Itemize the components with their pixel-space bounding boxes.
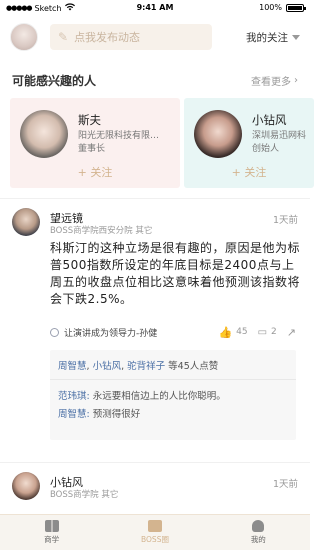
avatar bbox=[20, 110, 68, 158]
tab-label: BOSS圈 bbox=[141, 535, 169, 544]
follow-button[interactable]: + 关注 bbox=[184, 164, 314, 180]
topic-link[interactable]: 让演讲成为领导力-孙健 bbox=[64, 326, 157, 339]
avatar bbox=[194, 110, 242, 158]
liker-link[interactable]: 驼背祥子 bbox=[127, 361, 165, 372]
see-more-label: 查看更多 bbox=[251, 77, 291, 88]
thumbs-up-icon: 👍 bbox=[218, 325, 233, 339]
post-footer: 让演讲成为领导力-孙健 👍 45 ▭ 2 ↗ bbox=[50, 325, 296, 339]
like-count: 45 bbox=[236, 327, 248, 337]
status-bar: ●●●●● Sketch 9:41 AM 100% bbox=[0, 0, 310, 16]
comment-button[interactable]: ▭ 2 bbox=[258, 327, 277, 338]
comment-icon: ▭ bbox=[257, 326, 268, 338]
person-name: 小钻风 bbox=[252, 113, 287, 127]
post-divider bbox=[0, 462, 310, 463]
person-icon bbox=[252, 520, 265, 532]
post-header[interactable]: 小钻风 BOSS商学院 其它 1天前 bbox=[12, 472, 298, 502]
follow-button[interactable]: + 关注 bbox=[10, 164, 180, 180]
top-bar: ✎ 点我发布动态 我的关注 bbox=[10, 22, 300, 52]
person-company: 阳光无限科技有限… bbox=[78, 131, 160, 141]
person-name: 斯夫 bbox=[78, 113, 101, 127]
post-meta: BOSS商学院西安分院 其它 bbox=[50, 226, 153, 236]
caret-down-icon bbox=[292, 34, 300, 40]
tab-label: 我的 bbox=[250, 535, 266, 544]
chevron-right-icon: › bbox=[294, 75, 298, 86]
reply-author[interactable]: 周智慧: bbox=[58, 409, 90, 420]
like-button[interactable]: 👍 45 bbox=[218, 326, 247, 339]
share-button[interactable]: ↗ bbox=[287, 326, 296, 339]
my-avatar[interactable] bbox=[10, 23, 38, 51]
tab-label: 商学 bbox=[44, 535, 60, 544]
post-body: 科斯汀的这种立场是很有趣的，原因是他为标普500指数所设定的年底目标是2400点… bbox=[50, 241, 301, 306]
book-icon bbox=[44, 520, 59, 532]
post-actions: 👍 45 ▭ 2 ↗ bbox=[218, 326, 296, 339]
reply-text: 预测得很好 bbox=[92, 409, 141, 420]
likes-line: 周智慧, 小钻风, 驼背祥子 等45人点赞 bbox=[58, 361, 219, 372]
share-icon: ↗ bbox=[286, 325, 296, 339]
follow-filter-dropdown[interactable]: 我的关注 bbox=[246, 30, 300, 45]
post-time: 1天前 bbox=[272, 479, 298, 490]
reply-author[interactable]: 范玮琪: bbox=[58, 391, 90, 402]
person-title: 创始人 bbox=[252, 144, 280, 154]
pencil-icon: ✎ bbox=[58, 30, 69, 44]
reply-item[interactable]: 周智慧: 预测得很好 bbox=[58, 406, 140, 420]
tab-bar: 商学 BOSS圈 我的 bbox=[0, 514, 310, 550]
suggest-card[interactable]: 斯夫 阳光无限科技有限… 董事长 + 关注 bbox=[10, 98, 180, 188]
post-input[interactable]: ✎ 点我发布动态 bbox=[50, 24, 212, 50]
avatar[interactable] bbox=[12, 472, 40, 500]
tab-mine[interactable]: 我的 bbox=[207, 515, 310, 550]
likes-suffix: 等45人点赞 bbox=[168, 361, 219, 372]
avatar[interactable] bbox=[12, 208, 40, 236]
battery-percent: 100% bbox=[259, 3, 282, 12]
topic-icon bbox=[50, 327, 59, 337]
suggest-card[interactable]: 小钻风 深圳易迅网科 创始人 + 关注 bbox=[184, 98, 314, 188]
post-time: 1天前 bbox=[272, 215, 298, 226]
reply-item[interactable]: 范玮琪: 永远要相信边上的人比你聪明。 bbox=[58, 388, 226, 402]
suggest-header: 可能感兴趣的人 查看更多 › bbox=[12, 72, 298, 89]
battery-icon bbox=[286, 3, 306, 12]
person-company: 深圳易迅网科 bbox=[252, 131, 307, 141]
tab-boss-circle[interactable]: BOSS圈 bbox=[103, 515, 206, 550]
post-meta: BOSS商学院 其它 bbox=[50, 490, 119, 500]
interaction-box: 周智慧, 小钻风, 驼背祥子 等45人点赞 范玮琪: 永远要相信边上的人比你聪明… bbox=[50, 350, 296, 440]
post-header[interactable]: 望远镜 BOSS商学院西安分院 其它 1天前 bbox=[12, 208, 298, 238]
tab-business-school[interactable]: 商学 bbox=[0, 515, 103, 550]
suggest-title: 可能感兴趣的人 bbox=[12, 74, 97, 88]
see-more-link[interactable]: 查看更多 › bbox=[251, 73, 298, 88]
reply-text: 永远要相信边上的人比你聪明。 bbox=[92, 391, 226, 402]
post-input-placeholder: 点我发布动态 bbox=[74, 31, 141, 44]
status-right: 100% bbox=[259, 3, 306, 12]
box-divider bbox=[50, 379, 296, 380]
person-title: 董事长 bbox=[78, 144, 106, 154]
section-divider bbox=[0, 198, 310, 199]
liker-link[interactable]: 周智慧 bbox=[58, 361, 87, 372]
comment-count: 2 bbox=[271, 327, 277, 337]
liker-link[interactable]: 小钻风 bbox=[93, 361, 122, 372]
news-icon bbox=[147, 520, 162, 532]
follow-filter-label: 我的关注 bbox=[246, 31, 288, 44]
